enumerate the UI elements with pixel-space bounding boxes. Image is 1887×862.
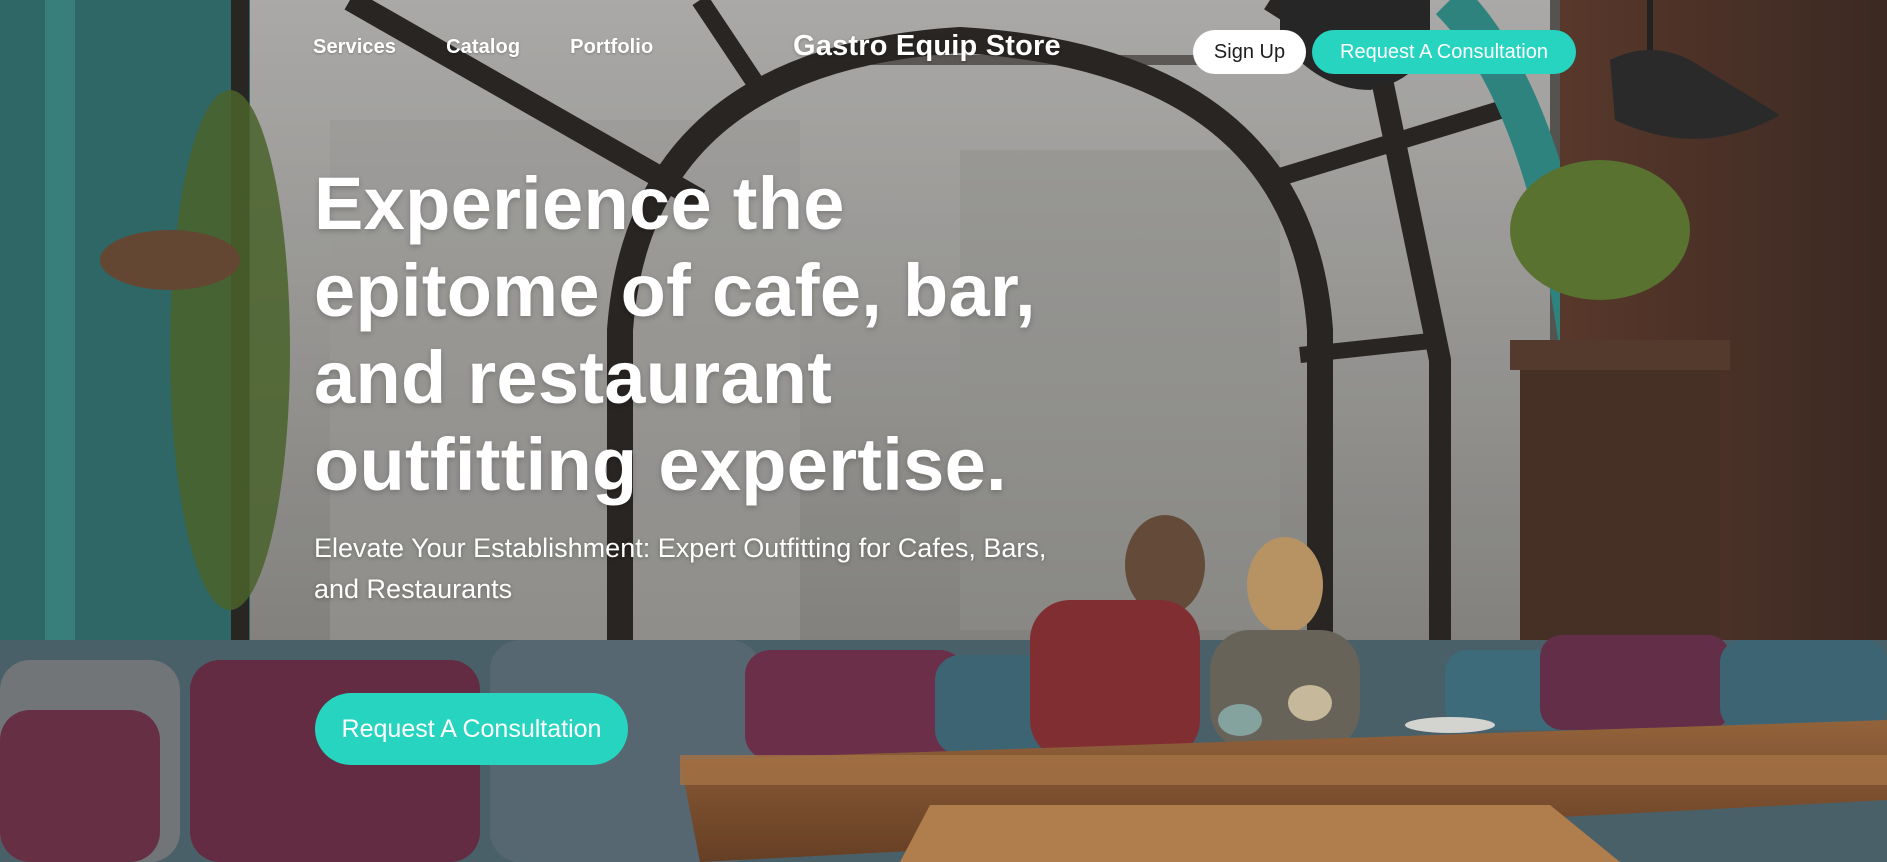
nav-link-portfolio[interactable]: Portfolio [570, 36, 653, 59]
nav-link-services[interactable]: Services [313, 36, 396, 59]
hero-title: Experience the epitome of cafe, bar, and… [314, 162, 1036, 506]
signup-button[interactable]: Sign Up [1193, 30, 1306, 74]
hero-subtitle: Elevate Your Establishment: Expert Outfi… [314, 533, 1047, 604]
request-consultation-header-button[interactable]: Request A Consultation [1312, 30, 1576, 74]
main-nav: Services Catalog Portfolio [313, 36, 653, 59]
nav-link-catalog[interactable]: Catalog [446, 36, 520, 59]
brand-logo-text[interactable]: Gastro Equip Store [793, 30, 1061, 63]
request-consultation-hero-button[interactable]: Request A Consultation [315, 693, 628, 765]
